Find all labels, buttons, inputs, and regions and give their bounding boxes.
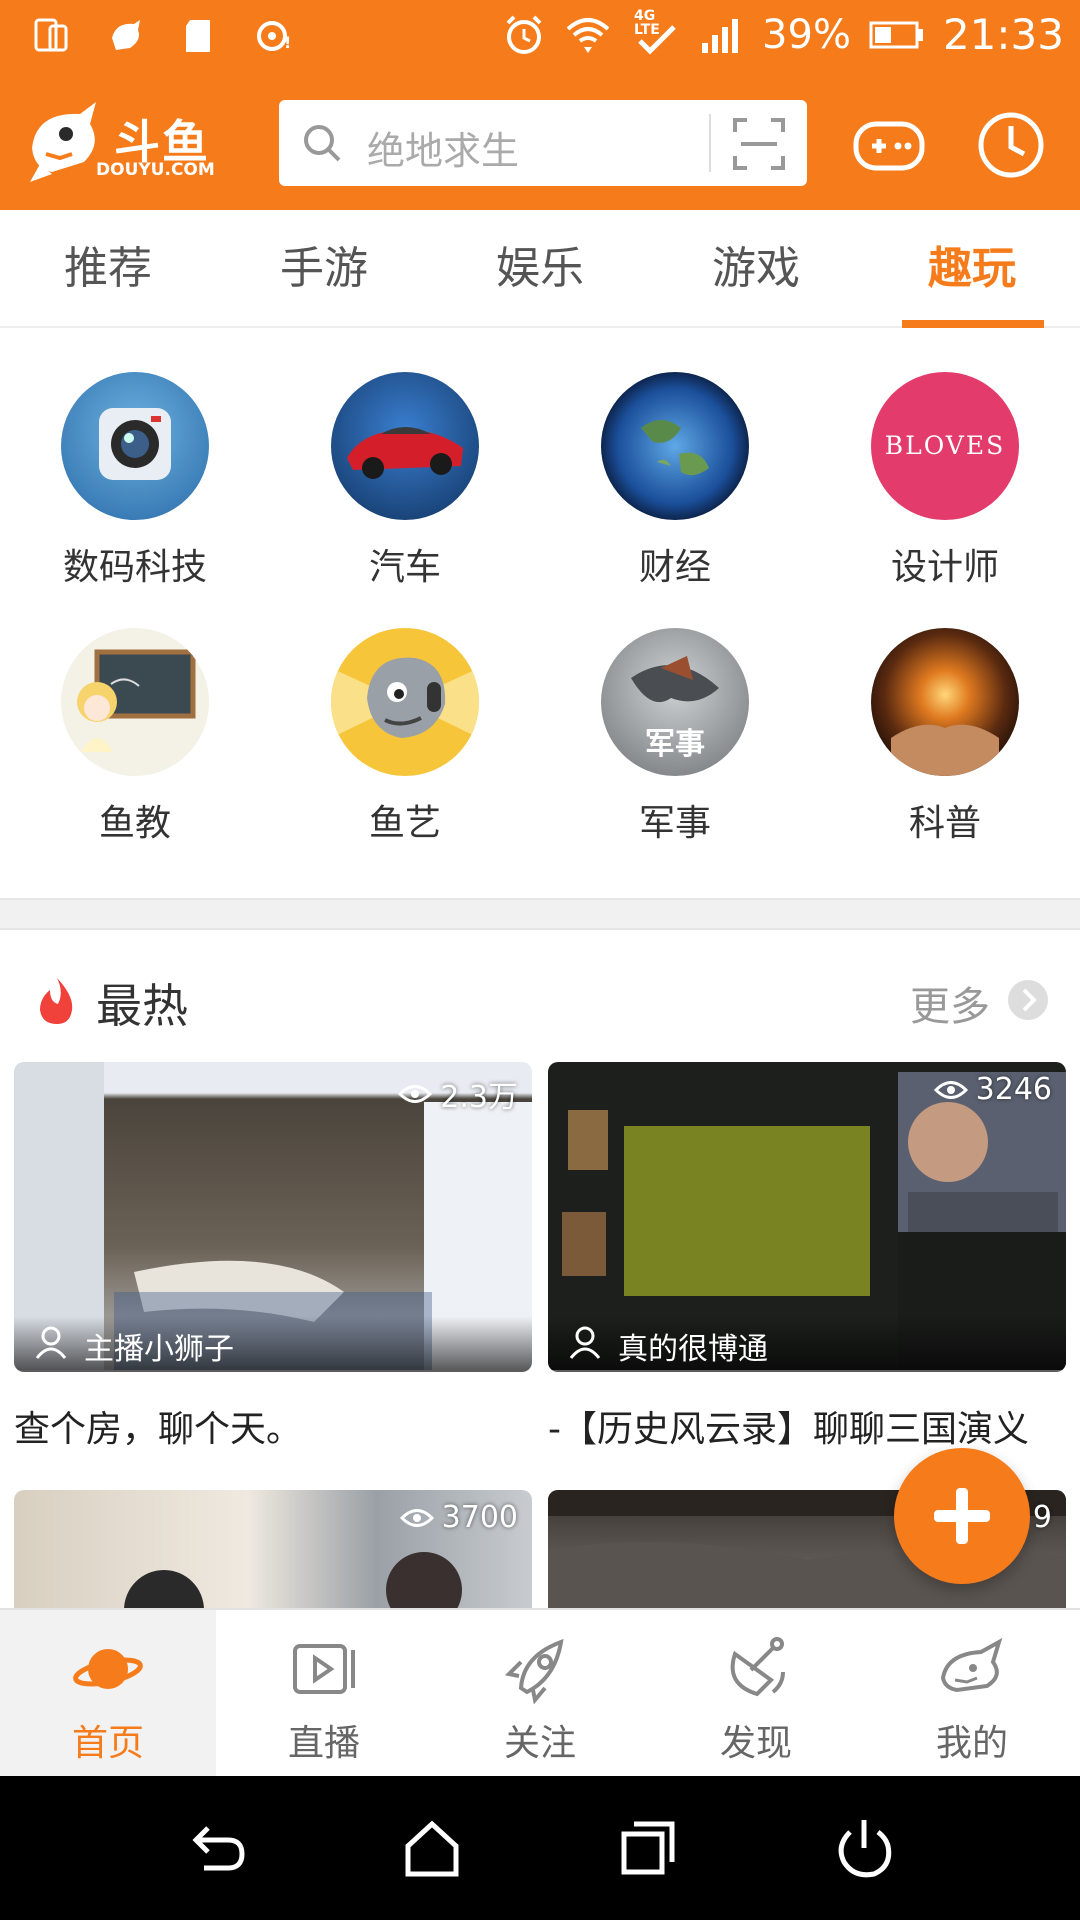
view-count: 2.3万 [398,1072,518,1116]
shark-head-icon [940,1637,1003,1693]
back-icon[interactable] [184,1816,248,1880]
category-label: 财经 [638,547,711,588]
category-digital-tech[interactable]: 数码科技 [0,330,270,588]
recent-apps-icon[interactable] [616,1816,680,1880]
user-icon [569,1326,601,1359]
category-grid: 数码科技 汽车 财经 BLOVES 设计师 鱼教 鱼艺 军事 军事 科普 [0,330,1080,898]
category-fish-teaching[interactable]: 鱼教 [0,586,270,844]
view-count: 3700 [399,1500,518,1535]
phone-screen-icon [30,14,74,58]
category-label: 汽车 [368,547,441,588]
category-finance[interactable]: 财经 [540,330,810,588]
clock: 21:33 [942,10,1064,59]
search-input[interactable]: 绝地求生 [367,120,519,175]
more-link[interactable]: 更多 [910,974,990,1032]
wifi-icon [566,17,610,53]
category-label: 设计师 [890,547,999,588]
live-card[interactable]: 2.3万 主播小狮子 [14,1062,532,1372]
eye-icon [398,1085,433,1103]
live-card[interactable]: 3246 真的很博通 [548,1062,1066,1372]
live-card[interactable]: 3700 [14,1490,532,1608]
tab-entertainment[interactable]: 娱乐 [432,210,648,328]
tab-mobile-games[interactable]: 手游 [216,210,432,328]
scan-qr-icon[interactable] [733,118,785,170]
status-bar: ! 4G LTE 39% 21:33 [0,0,1080,80]
live-video-icon [293,1644,355,1694]
logo-domain: DOUYU.COM [96,160,215,180]
tab-games[interactable]: 游戏 [648,210,864,328]
cell-signal-icon [702,18,739,53]
system-navigation-bar [0,1776,1080,1920]
military-icon: 军事 [601,628,749,776]
category-science[interactable]: 科普 [810,586,1080,844]
view-count: 9 [1032,1500,1052,1535]
user-icon [35,1326,67,1359]
tab-recommend[interactable]: 推荐 [0,210,216,328]
sd-card-icon [178,14,222,58]
planet-icon [73,1649,143,1689]
anchor-name-bar: 主播小狮子 [14,1316,532,1372]
shark-mascot-icon [30,102,96,182]
search-icon [304,125,341,162]
alarm-icon [506,15,542,54]
home-icon[interactable] [400,1816,464,1880]
bottom-navigation: 首页 直播 关注 发现 我的 [0,1608,1080,1778]
gamepad-icon[interactable] [852,108,926,182]
hot-section-title: 最热 [96,979,188,1033]
satellite-dish-icon [730,1637,785,1697]
hot-section-header: 最热 更多 [0,930,1080,1060]
category-designer[interactable]: BLOVES 设计师 [810,330,1080,588]
nav-home[interactable]: 首页 [0,1610,216,1778]
category-label: 鱼艺 [368,803,441,844]
battery-percent: 39% [762,11,851,58]
chalkboard-girl-icon [61,628,209,776]
battery-icon [869,21,923,48]
shark-mascot-icon [331,628,479,776]
category-label: 数码科技 [62,547,207,588]
svg-text:!: ! [284,33,291,52]
category-label: 鱼教 [98,803,171,844]
sports-car-icon [331,372,479,520]
category-tabs: 推荐 手游 娱乐 游戏 趣玩 [0,210,1080,328]
military-icon-text: 军事 [645,727,705,762]
eye-icon [399,1508,434,1527]
category-cars[interactable]: 汽车 [270,330,540,588]
nav-live[interactable]: 直播 [216,1610,432,1778]
glowing-hands-icon [871,628,1019,776]
nav-follow[interactable]: 关注 [432,1610,648,1778]
app-header: 斗鱼 DOUYU.COM 绝地求生 [0,80,1080,210]
anchor-name: 真的很博通 [618,1332,768,1367]
section-divider [0,898,1080,930]
category-fish-arts[interactable]: 鱼艺 [270,586,540,844]
bloves-logo-text: BLOVES [885,431,1005,460]
search-box[interactable]: 绝地求生 [279,100,807,186]
power-icon[interactable] [832,1816,896,1880]
category-label: 科普 [908,803,981,844]
live-card-title[interactable]: 查个房，聊个天。 [14,1400,302,1452]
camera-icon [61,372,209,520]
category-label: 军事 [638,803,711,844]
anchor-name: 主播小狮子 [84,1332,234,1367]
rocket-icon [505,1638,564,1704]
nav-discover[interactable]: 发现 [648,1610,864,1778]
history-clock-icon[interactable] [974,108,1048,182]
nav-me[interactable]: 我的 [864,1610,1080,1778]
earth-icon [601,372,749,520]
chevron-right-icon[interactable] [1008,980,1048,1020]
view-count: 3246 [933,1072,1052,1107]
douyu-notification-icon [104,14,148,58]
tab-fun[interactable]: 趣玩 [864,210,1080,328]
eye-icon [933,1080,968,1099]
anchor-name-bar: 真的很博通 [548,1316,1066,1372]
sync-icon: ! [252,14,296,58]
flame-icon [40,978,73,1024]
lte-signal-icon: 4G LTE [630,9,682,57]
add-button[interactable] [894,1448,1030,1584]
douyu-logo[interactable]: 斗鱼 DOUYU.COM [26,98,226,188]
search-divider [709,114,711,172]
live-card-title[interactable]: -【历史风云录】聊聊三国演义 [548,1400,1029,1452]
category-military[interactable]: 军事 军事 [540,586,810,844]
bloves-logo-icon: BLOVES [871,372,1019,520]
